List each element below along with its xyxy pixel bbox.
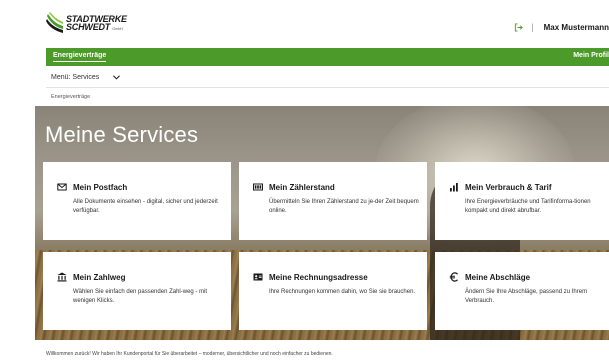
nav-item-mein-profil[interactable]: Mein Profil [573, 52, 609, 59]
card-description: Ihre Energieverbräuche und Tarifinforma-… [465, 199, 591, 214]
card-description: Alle Dokumente einsehen - digital, siche… [73, 199, 218, 214]
card-description: Wählen Sie einfach den passenden Zahl-we… [73, 289, 208, 304]
bank-icon [57, 272, 67, 282]
card-verbrauch-tarif[interactable]: Mein Verbrauch & Tarif Ihre Energieverbr… [435, 162, 609, 240]
card-title: Meine Abschläge [465, 272, 531, 282]
card-zahlweg[interactable]: Mein Zahlweg Wählen Sie einfach den pass… [43, 252, 231, 330]
card-rechnungsadresse[interactable]: Meine Rechnungsadresse Ihre Rechnungen k… [239, 252, 427, 330]
nav-item-energievertraege[interactable]: Energieverträge [53, 52, 107, 62]
card-title: Mein Verbrauch & Tarif [465, 182, 552, 192]
card-description: Übermitteln Sie Ihren Zählerstand zu je-… [269, 199, 419, 214]
chevron-down-icon [113, 75, 120, 80]
card-title: Mein Zählerstand [269, 182, 335, 192]
page-title: Meine Services [45, 122, 199, 147]
card-zaehlerstand[interactable]: Mein Zählerstand Übermitteln Sie Ihren Z… [239, 162, 427, 240]
card-description: Ihre Rechnungen kommen dahin, wo Sie sie… [269, 289, 416, 295]
card-title: Mein Zahlweg [73, 272, 126, 282]
logo-wordmark: STADTWERKE SCHWEDT GmbH [66, 14, 127, 32]
welcome-message: Willkommen zurück! Wir haben Ihr Kundenp… [46, 351, 333, 357]
logo-swoosh-icon [46, 12, 63, 33]
breadcrumb[interactable]: Energieverträge [51, 94, 90, 100]
submenu-label: Menü: Services [51, 74, 100, 81]
user-area: | Max Mustermann [514, 21, 609, 33]
mail-icon [57, 183, 67, 191]
card-description: Ändern Sie Ihre Abschläge, passend zu Ih… [465, 289, 588, 304]
hero-banner: Meine Services Mein Postfach Alle Dokume… [35, 106, 609, 340]
card-title: Meine Rechnungsadresse [269, 272, 368, 282]
address-card-icon [253, 273, 263, 281]
card-postfach[interactable]: Mein Postfach Alle Dokumente einsehen - … [43, 162, 231, 240]
header-separator: | [531, 22, 534, 32]
company-logo[interactable]: STADTWERKE SCHWEDT GmbH [46, 12, 136, 34]
top-header: STADTWERKE SCHWEDT GmbH | Max Mustermann [0, 0, 609, 44]
euro-icon [449, 272, 458, 282]
bar-chart-icon [450, 183, 458, 192]
user-name[interactable]: Max Mustermann [544, 23, 609, 32]
card-title: Mein Postfach [73, 182, 128, 192]
card-abschlaege[interactable]: Meine Abschläge Ändern Sie Ihre Abschläg… [435, 252, 609, 330]
services-submenu[interactable]: Menü: Services [46, 68, 609, 88]
main-navigation: Energieverträge Mein Profil [46, 48, 609, 66]
logout-icon[interactable] [514, 22, 524, 32]
meter-icon [253, 183, 263, 191]
